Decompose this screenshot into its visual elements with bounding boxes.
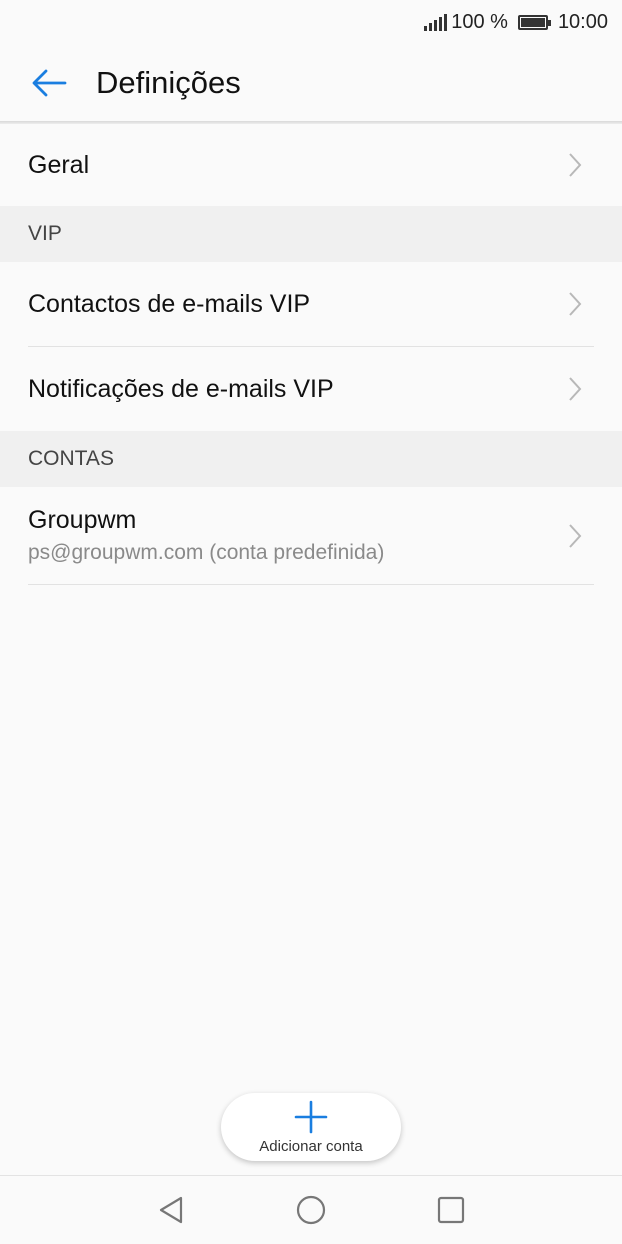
account-texts: Groupwm ps@groupwm.com (conta predefinid… [28, 506, 384, 565]
app-bar: Definições [0, 44, 622, 122]
account-name: Groupwm [28, 506, 137, 534]
arrow-left-icon [32, 69, 67, 97]
account-row-groupwm[interactable]: Groupwm ps@groupwm.com (conta predefinid… [0, 487, 622, 584]
row-label: Contactos de e-mails VIP [28, 289, 311, 318]
row-label: Notificações de e-mails VIP [28, 374, 334, 403]
add-account-button[interactable]: Adicionar conta [221, 1093, 401, 1161]
nav-recents-button[interactable] [431, 1190, 471, 1230]
row-label: Geral [28, 150, 90, 179]
settings-row-vip-notifications[interactable]: Notificações de e-mails VIP [0, 347, 622, 431]
square-recents-icon [437, 1196, 465, 1224]
chevron-right-icon [569, 377, 582, 401]
settings-row-vip-contacts[interactable]: Contactos de e-mails VIP [0, 262, 622, 346]
chevron-right-icon [569, 523, 582, 548]
navigation-bar [0, 1176, 622, 1244]
section-header-accounts: CONTAS [0, 431, 622, 487]
account-email: ps@groupwm.com (conta predefinida) [28, 541, 385, 564]
circle-home-icon [296, 1195, 326, 1225]
add-account-label: Adicionar conta [259, 1137, 363, 1155]
nav-back-button[interactable] [151, 1190, 191, 1230]
section-header-label: CONTAS [28, 447, 114, 470]
settings-screen: 100 % 10:00 Definições Geral VIP Contact… [0, 0, 622, 1244]
battery-percent: 100 % [451, 10, 508, 33]
plus-icon [294, 1100, 328, 1133]
section-header-label: VIP [28, 222, 62, 245]
clock: 10:00 [557, 10, 608, 33]
section-header-vip: VIP [0, 206, 622, 262]
page-title: Definições [96, 65, 241, 100]
chevron-right-icon [569, 292, 582, 316]
chevron-right-icon [569, 153, 582, 177]
battery-icon [517, 14, 551, 30]
nav-home-button[interactable] [291, 1190, 331, 1230]
settings-row-general[interactable]: Geral [0, 124, 622, 206]
status-bar: 100 % 10:00 [0, 0, 622, 44]
triangle-back-icon [159, 1196, 183, 1224]
signal-icon [424, 13, 448, 31]
back-button[interactable] [24, 58, 74, 108]
row-divider [28, 584, 594, 585]
